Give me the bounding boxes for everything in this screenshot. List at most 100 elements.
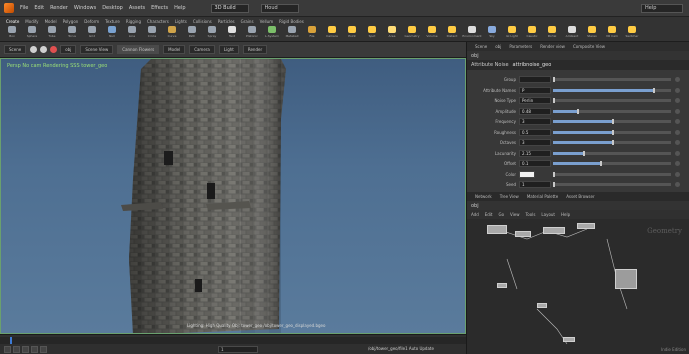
network-tab-material-palette[interactable]: Material Palette [523,194,562,199]
slider-knob[interactable] [576,108,579,114]
shelf-tool-platonic[interactable]: Platonic [244,26,260,41]
network-tab-network[interactable]: Network [471,194,496,199]
shelf-tab-grains[interactable]: Grains [238,19,257,24]
parameter-value-field[interactable]: 0.1 [519,160,551,167]
shelf-tab-lights[interactable]: Lights [172,19,190,24]
shelf-tool-metaball[interactable]: Metaball [284,26,300,41]
parameter-slider[interactable] [553,77,671,82]
shelf-tool-tube[interactable]: Tube [44,26,60,41]
parameter-reset-icon[interactable] [675,98,680,103]
shelf-tool-text[interactable]: Text [224,26,240,41]
record-icon[interactable] [50,46,58,53]
network-menu-layout[interactable]: Layout [541,212,555,217]
node-name-field[interactable]: attribnoise_geo [513,62,552,68]
light-tool-ambient[interactable]: Ambient [564,26,580,41]
parameter-reset-icon[interactable] [675,77,680,82]
lock-icon[interactable] [40,46,48,53]
parameter-slider[interactable] [553,150,671,156]
slider-knob[interactable] [653,87,656,93]
parameter-reset-icon[interactable] [675,182,680,187]
frame-field[interactable]: 1 [218,346,258,353]
shelf-tab-rigging[interactable]: Rigging [123,19,144,24]
camera-tab[interactable]: Camera [189,45,215,54]
light-tool-stereo[interactable]: Stereo [584,26,600,41]
jump-end-icon[interactable] [40,346,47,353]
parameter-slider[interactable] [553,119,671,124]
shelf-tool-grid[interactable]: Grid [84,26,100,41]
scene-view-tab[interactable]: Scene View [80,45,114,54]
timeline-bar[interactable] [0,337,466,344]
network-menu-add[interactable]: Add [471,212,479,217]
network-menu-tools[interactable]: Tools [526,212,536,217]
render-button[interactable]: Render [242,45,268,54]
parameter-value-field[interactable] [519,76,551,83]
light-tool-geometry[interactable]: Geometry [404,26,420,41]
parameter-slider[interactable] [553,108,671,114]
node-attribnoise[interactable] [543,227,565,234]
shelf-tab-create[interactable]: Create [3,19,22,24]
light-tool-gi-light[interactable]: GI Light [504,26,520,41]
step-forward-icon[interactable] [31,346,38,353]
light-tool-caustic[interactable]: Caustic [524,26,540,41]
network-tab-asset-browser[interactable]: Asset Browser [562,194,598,199]
parameter-value-field[interactable]: 2.15 [519,149,551,157]
parameter-reset-icon[interactable] [675,161,680,166]
parameter-slider[interactable] [553,87,671,93]
menu-render[interactable]: Render [47,5,71,11]
shelf-tool-box[interactable]: Box [4,26,20,41]
parameter-value-field[interactable]: 0.48 [519,107,551,115]
parameter-reset-icon[interactable] [675,87,680,93]
parameter-slider[interactable] [553,171,671,177]
shelf-tool-circle[interactable]: Circle [144,26,160,41]
shelf-tool-path[interactable]: Path [184,26,200,41]
light-tool-portal[interactable]: Portal [544,26,560,41]
light-tab[interactable]: Light [218,45,239,54]
light-tool-spot[interactable]: Spot [364,26,380,41]
light-tool-switcher[interactable]: Switcher [624,26,640,41]
parameter-value-field[interactable] [519,170,535,178]
light-tool-area[interactable]: Area [384,26,400,41]
parameter-path-label[interactable]: obj [471,53,479,59]
light-tool-vr-cam[interactable]: VR Cam [604,26,620,41]
shelf-tab-collisions[interactable]: Collisions [190,19,215,24]
houdini-selector[interactable]: Houd [260,3,299,13]
shelf-tool-null[interactable]: Null [104,26,120,41]
menu-effects[interactable]: Effects [148,5,171,11]
menu-help[interactable]: Help [171,5,188,11]
network-path-label[interactable]: obj [471,203,479,209]
parameter-reset-icon[interactable] [675,129,680,135]
obj-path[interactable]: obj [60,45,77,54]
node-output[interactable] [563,337,575,342]
shelf-tab-rigid-bodies[interactable]: Rigid Bodies [276,19,307,24]
parameter-tab-composite-view[interactable]: Composite View [569,44,609,49]
menu-windows[interactable]: Windows [71,5,99,11]
parameter-value-field[interactable]: Perlin [519,97,551,104]
parameter-slider[interactable] [553,129,671,135]
network-canvas[interactable]: Geometry Indie Edition [467,219,689,354]
shelf-tab-particles[interactable]: Particles [215,19,238,24]
light-tool-point[interactable]: Point [344,26,360,41]
jump-start-icon[interactable] [4,346,11,353]
shelf-tab-characters[interactable]: Characters [144,19,172,24]
shelf-tab-polygon[interactable]: Polygon [60,19,82,24]
parameter-reset-icon[interactable] [675,108,680,114]
shelf-tool-l-system[interactable]: L-System [264,26,280,41]
slider-knob[interactable] [553,182,555,187]
parameter-tab-parameters[interactable]: Parameters [505,44,536,49]
parameter-value-field[interactable]: 1 [519,181,551,188]
network-menu-view[interactable]: View [510,212,520,217]
parameter-slider[interactable] [553,182,671,187]
light-tool-volume[interactable]: Volume [424,26,440,41]
slider-knob[interactable] [612,119,614,124]
menu-edit[interactable]: Edit [31,5,47,11]
shelf-tab-texture[interactable]: Texture [102,19,123,24]
slider-knob[interactable] [600,161,603,166]
step-back-icon[interactable] [13,346,20,353]
shelf-tool-line[interactable]: Line [124,26,140,41]
light-tool-environment[interactable]: Environment [462,26,482,41]
parameter-tab-scene[interactable]: Scene [471,44,491,49]
network-menu-help[interactable]: Help [561,212,570,217]
shelf-tab-vellum[interactable]: Vellum [257,19,277,24]
parameter-tab-obj[interactable]: obj [491,44,505,49]
node-merge[interactable] [577,223,595,229]
